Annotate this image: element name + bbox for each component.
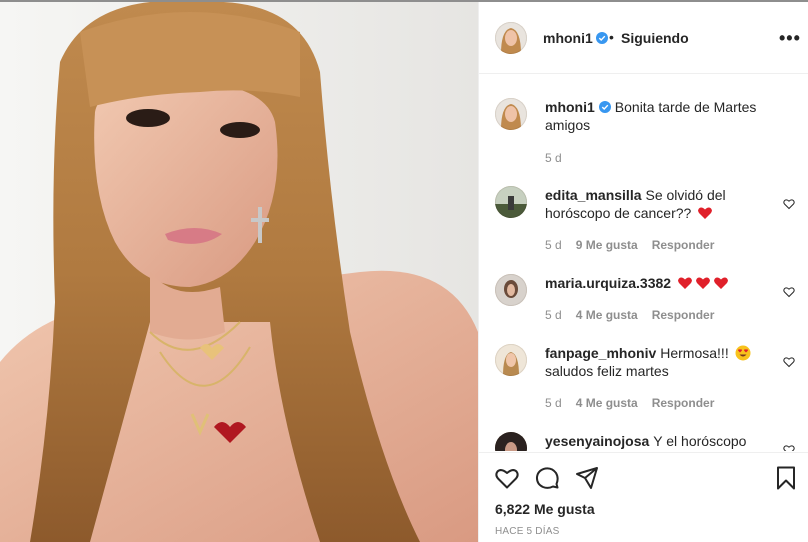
comment-likes[interactable]: 4 Me gusta (576, 396, 638, 410)
comment-meta: 5 d 4 Me gusta Responder (545, 308, 714, 322)
heart-eyes-emoji-icon (735, 345, 751, 361)
commenter-avatar[interactable] (495, 432, 527, 451)
comment-username[interactable]: maria.urquiza.3382 (545, 275, 671, 291)
caption-avatar[interactable] (495, 98, 527, 130)
comment-likes[interactable]: 4 Me gusta (576, 308, 638, 322)
post-side-panel: mhoni1 • Siguiendo ••• mhoni1 Bonita tard… (478, 2, 808, 542)
share-icon[interactable] (574, 465, 600, 491)
commenter-avatar[interactable] (495, 274, 527, 306)
like-comment-icon[interactable] (783, 444, 795, 451)
caption-time[interactable]: 5 d (545, 151, 562, 165)
comment-text: Y el horóscopo (653, 433, 747, 449)
reply-button[interactable]: Responder (652, 396, 715, 410)
reply-button[interactable]: Responder (652, 308, 715, 322)
post-timestamp[interactable]: HACE 5 DÍAS (495, 526, 559, 537)
comment-body: maria.urquiza.3382 (545, 274, 765, 292)
comment-username[interactable]: yesenyainojosa (545, 433, 649, 449)
caption-username[interactable]: mhoni1 (545, 99, 595, 115)
more-options-icon[interactable]: ••• (779, 28, 801, 49)
likes-count-label[interactable]: Me gusta (534, 501, 595, 517)
red-heart-emoji-icon (714, 277, 728, 289)
comment-meta: 5 d 9 Me gusta Responder (545, 238, 714, 252)
likes-count-number[interactable]: 6,822 (495, 501, 530, 517)
author-username[interactable]: mhoni1 (543, 30, 608, 46)
author-avatar[interactable] (495, 22, 527, 54)
likes-count[interactable]: 6,822 Me gusta (495, 501, 595, 517)
comment-time[interactable]: 5 d (545, 396, 562, 410)
like-comment-icon[interactable] (783, 198, 795, 210)
red-heart-emoji-icon (678, 277, 692, 289)
reply-button[interactable]: Responder (652, 238, 715, 252)
caption-body: mhoni1 Bonita tarde de Martes amigos (545, 98, 765, 134)
comment-icon[interactable] (534, 465, 560, 491)
commenter-avatar[interactable] (495, 186, 527, 218)
bookmark-icon[interactable] (773, 465, 799, 491)
comment-text-line2: saludos feliz martes (545, 363, 669, 379)
comment-likes[interactable]: 9 Me gusta (576, 238, 638, 252)
heart-outline-icon[interactable] (494, 465, 520, 491)
comment-username[interactable]: fanpage_mhoniv (545, 345, 656, 361)
comment-username[interactable]: edita_mansilla (545, 187, 642, 203)
comment-body: yesenyainojosa Y el horóscopo (545, 432, 765, 450)
verified-badge-icon (595, 32, 608, 44)
like-comment-icon[interactable] (783, 356, 795, 368)
following-button[interactable]: Siguiendo (621, 30, 689, 46)
comment-time[interactable]: 5 d (545, 238, 562, 252)
comment-body: fanpage_mhoniv Hermosa!!! saludos feliz m… (545, 344, 765, 380)
verified-badge-icon (598, 101, 611, 113)
post-header: mhoni1 • Siguiendo ••• (479, 2, 808, 74)
comment-body: edita_mansilla Se olvidó del horóscopo de… (545, 186, 765, 222)
commenter-avatar[interactable] (495, 344, 527, 376)
red-heart-emoji-icon (696, 277, 710, 289)
author-username-text[interactable]: mhoni1 (543, 30, 593, 46)
comments-list[interactable]: mhoni1 Bonita tarde de Martes amigos 5 d … (479, 75, 808, 451)
post-actions: 6,822 Me gusta HACE 5 DÍAS (479, 452, 808, 542)
red-heart-emoji-icon (698, 207, 713, 219)
comment-time[interactable]: 5 d (545, 308, 562, 322)
like-comment-icon[interactable] (783, 286, 795, 298)
header-separator: • (609, 29, 614, 45)
comment-text: Hermosa!!! (660, 345, 729, 361)
post-image[interactable] (0, 2, 478, 542)
comment-meta: 5 d 4 Me gusta Responder (545, 396, 714, 410)
